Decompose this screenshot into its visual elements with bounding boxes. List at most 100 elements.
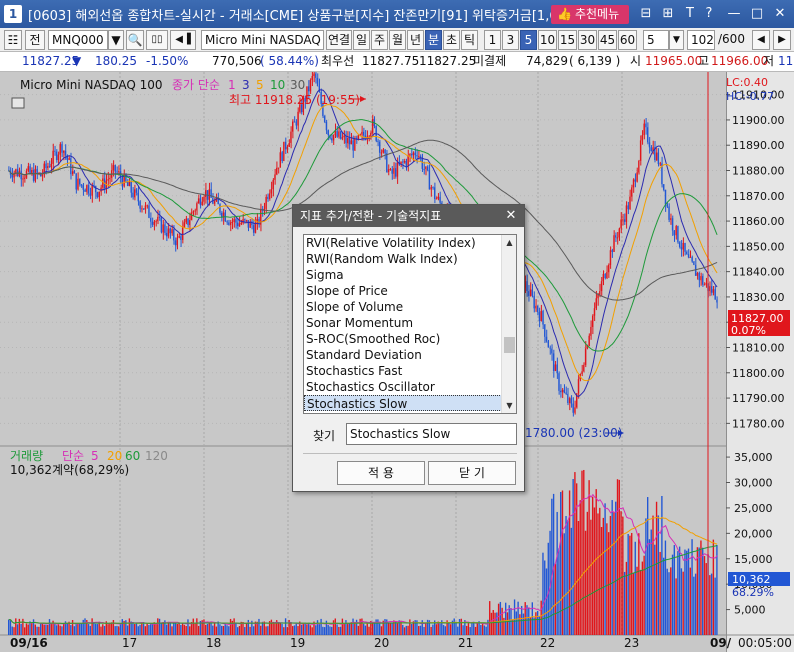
scroll-right-icon[interactable]: ▶ [773, 30, 791, 50]
chart-toolbar: ☷ 전 MNQ000 ▼ 🔍 ▯▯ ◀▐ Micro Mini NASDAQ 1… [0, 28, 794, 52]
candle-body [276, 167, 278, 175]
volume-bar [23, 627, 26, 635]
minimize-button[interactable]: — [725, 5, 743, 23]
interval-button[interactable]: 45 [598, 30, 617, 50]
indicator-list-item[interactable]: S-ROC(Smoothed Roc) [304, 331, 502, 347]
candle-body [338, 131, 340, 137]
candle-body [698, 272, 700, 281]
volume-bar [561, 490, 564, 635]
period-button[interactable]: 분 [425, 30, 442, 50]
volume-bar [79, 623, 81, 635]
volume-bar [570, 527, 573, 635]
candle-body [606, 272, 608, 279]
indicator-list-scrollbar[interactable]: ▲ ▼ [501, 235, 516, 413]
volume-bar [27, 624, 29, 635]
volume-bar [341, 618, 344, 635]
candle-body [561, 389, 564, 393]
indicator-list-item[interactable]: Sonar Momentum [304, 315, 502, 331]
window-link-icon[interactable]: ⊞ [659, 5, 677, 23]
indicator-list-item[interactable]: Sigma [304, 267, 502, 283]
recommend-menu-button[interactable]: 👍 추천메뉴 [551, 5, 629, 24]
volume-bar [8, 619, 10, 635]
volume-bar [599, 507, 601, 635]
close-dialog-button[interactable]: 닫 기 [428, 461, 516, 485]
chart-type-icon[interactable]: ▯▯ [146, 30, 168, 50]
volume-bar [157, 618, 159, 635]
symbol-input[interactable]: MNQ000 [48, 30, 108, 50]
volume-bar [270, 619, 273, 635]
scroll-up-icon[interactable]: ▲ [502, 235, 516, 250]
candle-body [677, 226, 679, 243]
window-title: [0603] 해외선옵 종합차트-실시간 - 거래소[CME] 상품구분[지수]… [28, 8, 558, 24]
font-icon[interactable]: T [681, 5, 699, 23]
dialog-close-icon[interactable]: ✕ [504, 205, 518, 227]
layout-icon[interactable]: ⊟ [637, 5, 655, 23]
volume-bar [316, 620, 319, 635]
search-icon[interactable]: 🔍 [126, 30, 144, 50]
apply-button[interactable]: 적 용 [337, 461, 425, 485]
interval-button[interactable]: 1 [484, 30, 501, 50]
scroll-thumb[interactable] [504, 337, 515, 353]
candle-body [226, 221, 228, 223]
period-button[interactable]: 틱 [461, 30, 478, 50]
period-button[interactable]: 초 [443, 30, 460, 50]
volume-bar [442, 625, 445, 635]
candle-body [128, 181, 131, 187]
interval-button[interactable]: 60 [618, 30, 637, 50]
speaker-icon[interactable]: ◀▐ [170, 30, 196, 50]
interval-button[interactable]: 3 [502, 30, 519, 50]
interval-button[interactable]: 10 [538, 30, 557, 50]
count-input[interactable]: 102 [687, 30, 715, 50]
indicator-list-item[interactable]: Slope of Volume [304, 299, 502, 315]
candle-body [437, 196, 439, 199]
period-button[interactable]: 연결 [326, 30, 352, 50]
volume-bar [458, 619, 461, 635]
indicator-list-item[interactable]: Stochastics Fast [304, 363, 502, 379]
candle-body [536, 305, 539, 313]
indicator-list-item[interactable]: RVI(Relative Volatility Index) [304, 235, 502, 251]
volume-bar [215, 626, 218, 635]
price-tick-label: 11860.00 [732, 215, 785, 228]
candle-body [675, 226, 677, 236]
date-tick-label: 18 [206, 636, 221, 650]
volume-bar [82, 619, 84, 635]
symbol-dropdown-icon[interactable]: ▼ [108, 30, 124, 50]
candle-body [185, 218, 187, 223]
help-icon[interactable]: ? [700, 5, 718, 23]
scroll-left-icon[interactable]: ◀ [752, 30, 770, 50]
period-button[interactable]: 주 [371, 30, 388, 50]
indicator-list-item[interactable]: Stochastics Oscillator [304, 379, 502, 395]
interval-button[interactable]: 15 [558, 30, 577, 50]
indicator-list-item[interactable]: RWI(Random Walk Index) [304, 251, 502, 267]
volume-bar [480, 625, 482, 635]
volume-bar [306, 624, 308, 635]
interval-input[interactable]: 5 [643, 30, 669, 50]
interval-button[interactable]: 30 [578, 30, 597, 50]
interval-button[interactable]: 5 [520, 30, 537, 50]
interval-dropdown-icon[interactable]: ▼ [669, 30, 684, 50]
indicator-list-item[interactable]: Stochastics Slow [304, 395, 502, 411]
candle-body [705, 283, 707, 285]
candle-body [235, 219, 237, 223]
settings-icon[interactable]: ☷ [4, 30, 22, 50]
close-button[interactable]: ✕ [771, 5, 789, 23]
volume-bar [554, 563, 557, 635]
indicator-list-item[interactable]: Standard Deviation [304, 347, 502, 363]
indicator-list-item[interactable]: Slope of Price [304, 283, 502, 299]
volume-bar [93, 622, 95, 635]
volume-bar [315, 625, 317, 635]
market-select-button[interactable]: 전 [25, 30, 45, 50]
scroll-down-icon[interactable]: ▼ [502, 398, 516, 413]
indicator-list[interactable]: RVI(Relative Volatility Index) RWI(Random… [303, 234, 517, 414]
volume-bar [696, 547, 699, 635]
maximize-button[interactable]: □ [748, 5, 766, 23]
period-button[interactable]: 일 [353, 30, 370, 50]
period-button[interactable]: 월 [389, 30, 406, 50]
volume-bar [197, 625, 200, 635]
find-input[interactable]: Stochastics Slow [346, 423, 517, 445]
candle-body [545, 336, 548, 342]
volume-bar [192, 618, 194, 635]
period-button[interactable]: 년 [407, 30, 424, 50]
candle-body [572, 403, 574, 413]
open-interest: 74,829 [526, 54, 568, 68]
